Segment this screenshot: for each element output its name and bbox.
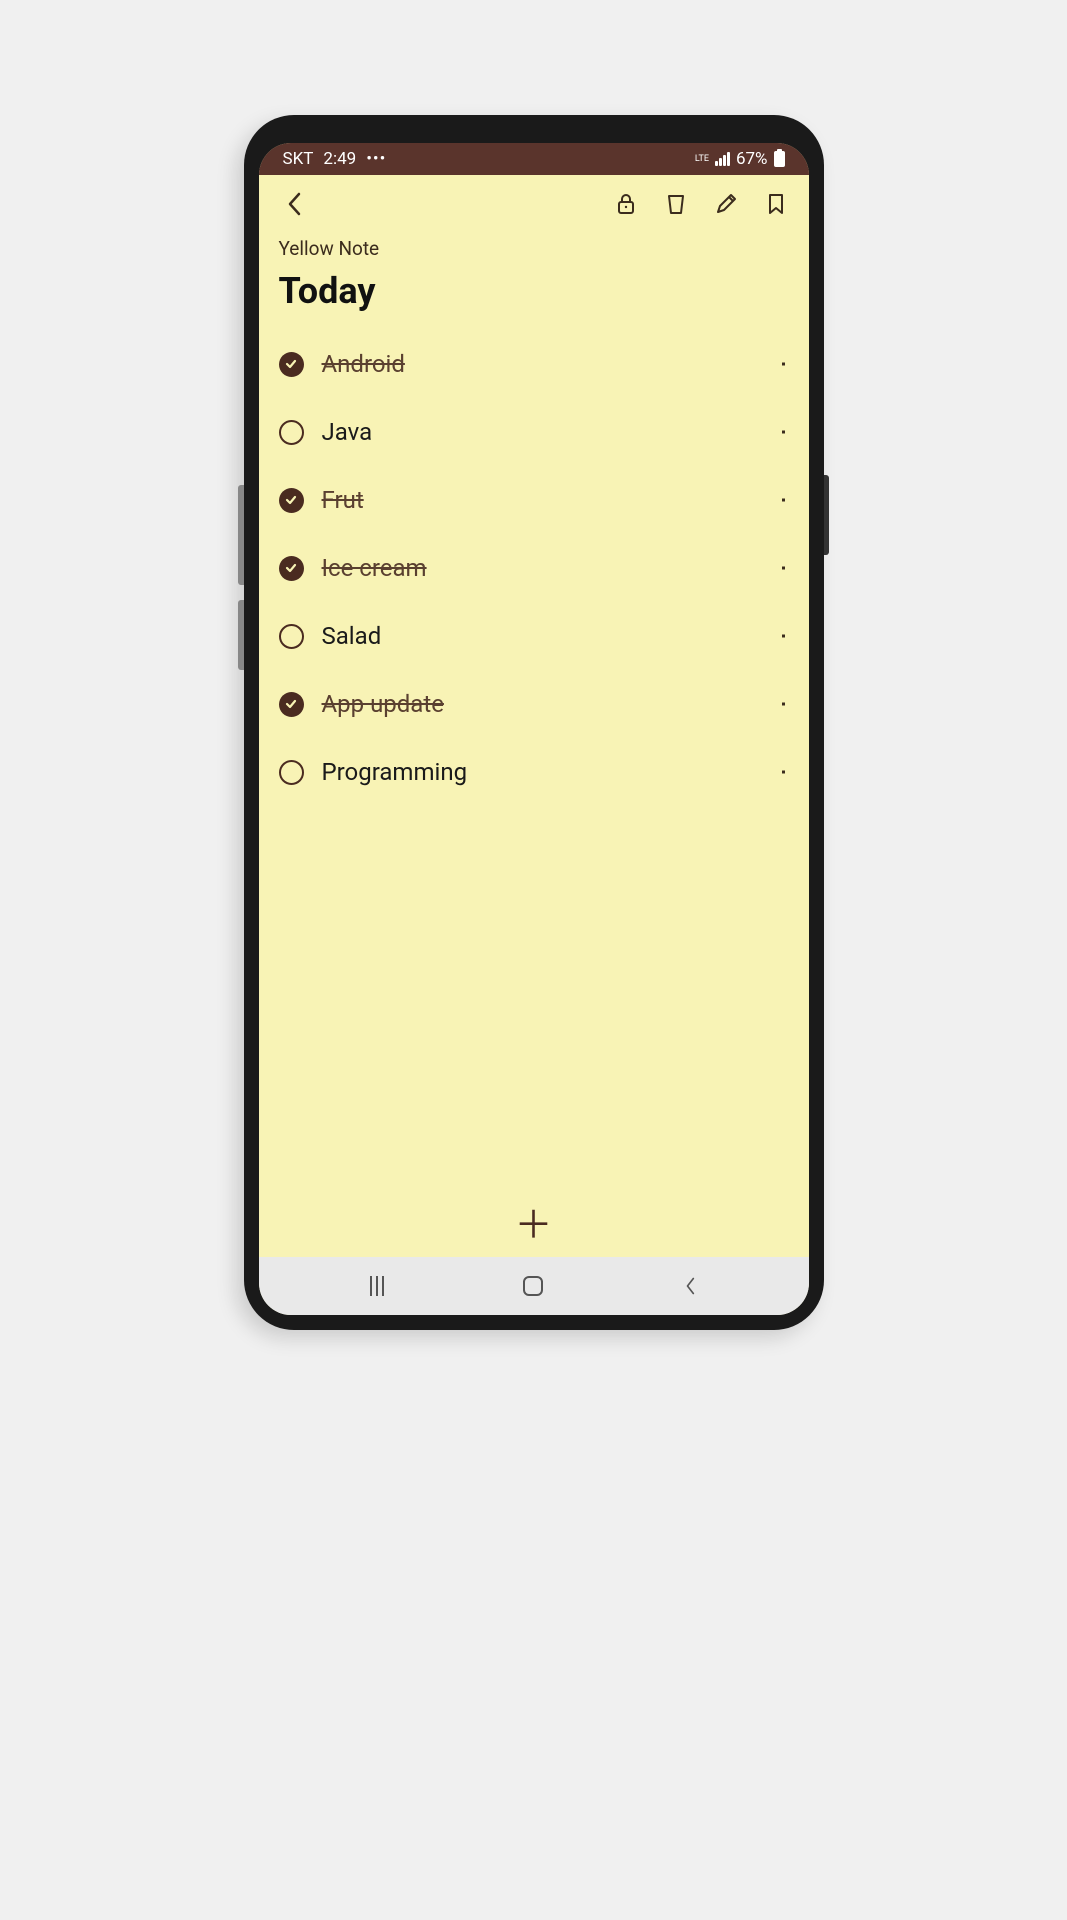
carrier-label: SKT — [283, 149, 314, 169]
android-nav-bar — [259, 1257, 809, 1315]
todo-checkbox[interactable] — [279, 352, 304, 377]
drag-handle-icon[interactable] — [782, 431, 785, 434]
screen: SKT 2:49 ••• LTE 67% — [259, 143, 809, 1315]
status-right: LTE 67% — [695, 149, 785, 169]
todo-checkbox[interactable] — [279, 760, 304, 785]
power-button-physical — [824, 475, 829, 555]
network-type-label: LTE — [695, 155, 709, 164]
status-bar: SKT 2:49 ••• LTE 67% — [259, 143, 809, 175]
bookmark-button[interactable] — [763, 191, 789, 217]
clock-label: 2:49 — [323, 149, 356, 169]
notification-dots-icon: ••• — [366, 149, 386, 169]
toolbar-actions — [613, 191, 789, 217]
check-icon — [284, 493, 298, 507]
todo-item[interactable]: Java — [279, 398, 789, 466]
signal-icon — [715, 152, 730, 166]
home-icon — [523, 1276, 543, 1296]
plus-icon: ＋ — [515, 1207, 553, 1245]
status-left: SKT 2:49 ••• — [283, 149, 387, 169]
drag-handle-icon[interactable] — [782, 635, 785, 638]
phone-frame: SKT 2:49 ••• LTE 67% — [244, 115, 824, 1330]
chevron-left-icon — [287, 192, 301, 216]
todo-text: Salad — [322, 622, 382, 650]
app-toolbar — [259, 175, 809, 229]
nav-back-button[interactable] — [675, 1271, 705, 1301]
drag-handle-icon[interactable] — [782, 363, 785, 366]
todo-checkbox[interactable] — [279, 488, 304, 513]
home-button[interactable] — [518, 1271, 548, 1301]
todo-checkbox[interactable] — [279, 556, 304, 581]
todo-text: Ice cream — [322, 554, 427, 582]
todo-list: Android Java Frut Ice cream Salad App update P… — [279, 330, 789, 806]
bookmark-icon — [764, 192, 788, 216]
lock-button[interactable] — [613, 191, 639, 217]
drag-handle-icon[interactable] — [782, 771, 785, 774]
edit-button[interactable] — [713, 191, 739, 217]
todo-text: App update — [322, 690, 444, 718]
todo-checkbox[interactable] — [279, 692, 304, 717]
lock-icon — [614, 192, 638, 216]
todo-checkbox[interactable] — [279, 624, 304, 649]
drag-handle-icon[interactable] — [782, 703, 785, 706]
battery-icon — [774, 151, 785, 167]
todo-text: Android — [322, 350, 405, 378]
trash-icon — [664, 192, 688, 216]
back-button[interactable] — [279, 189, 309, 219]
check-icon — [284, 561, 298, 575]
chevron-left-icon — [684, 1276, 696, 1296]
delete-button[interactable] — [663, 191, 689, 217]
todo-item[interactable]: Programming — [279, 738, 789, 806]
drag-handle-icon[interactable] — [782, 567, 785, 570]
todo-item[interactable]: Ice cream — [279, 534, 789, 602]
check-icon — [284, 697, 298, 711]
todo-text: Frut — [322, 486, 364, 514]
drag-handle-icon[interactable] — [782, 499, 785, 502]
battery-percent-label: 67% — [736, 149, 768, 169]
todo-item[interactable]: Android — [279, 330, 789, 398]
check-icon — [284, 357, 298, 371]
todo-text: Java — [322, 418, 373, 446]
recents-button[interactable] — [362, 1271, 392, 1301]
pencil-icon — [714, 192, 738, 216]
todo-text: Programming — [322, 758, 468, 786]
todo-item[interactable]: Salad — [279, 602, 789, 670]
note-category-label: Yellow Note — [279, 237, 789, 260]
todo-item[interactable]: App update — [279, 670, 789, 738]
add-bar: ＋ — [259, 1197, 809, 1257]
note-title: Today — [279, 270, 789, 312]
add-item-button[interactable]: ＋ — [517, 1209, 551, 1243]
todo-checkbox[interactable] — [279, 420, 304, 445]
todo-item[interactable]: Frut — [279, 466, 789, 534]
recents-icon — [370, 1276, 384, 1296]
note-body: Yellow Note Today Android Java Frut Ice cre… — [259, 229, 809, 1197]
